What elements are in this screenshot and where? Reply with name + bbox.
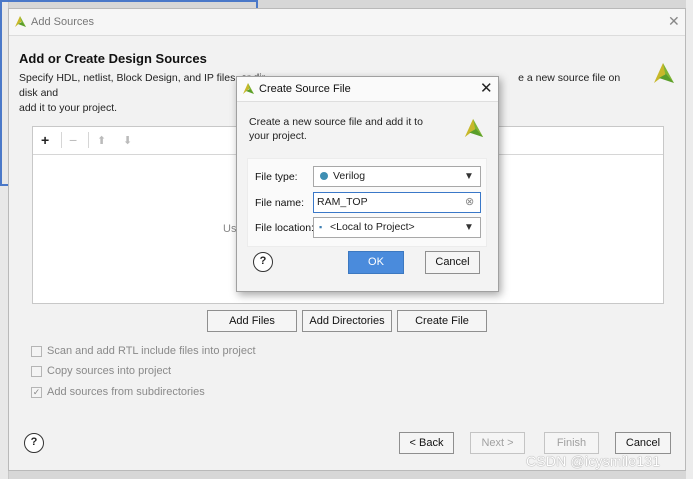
modal-description: Create a new source file and add it to y… [249,116,423,142]
vivado-logo-icon [15,16,26,27]
modal-title: Create Source File [259,83,351,95]
create-file-button[interactable]: Create File [397,310,487,332]
add-files-button[interactable]: Add Files [207,310,297,332]
remove-icon[interactable]: − [69,132,77,148]
help-button[interactable]: ? [253,252,273,272]
create-source-file-dialog: Create Source File ✕ Create a new source… [236,76,499,292]
file-name-label: File name: [255,197,305,209]
description-text-2: add it to your project. [19,102,118,114]
vivado-logo-icon [654,63,674,83]
cancel-button[interactable]: Cancel [425,251,480,274]
file-location-value: <Local to Project> [330,221,415,233]
vivado-logo-icon [243,83,254,94]
checkbox[interactable] [31,366,42,377]
finish-button[interactable]: Finish [544,432,599,454]
vivado-logo-icon [464,118,484,138]
close-icon[interactable]: ✕ [480,79,493,97]
chevron-down-icon: ▼ [464,222,474,233]
verilog-icon [320,172,328,180]
checkbox-checked[interactable]: ✓ [31,387,42,398]
modal-titlebar: Create Source File ✕ [237,77,498,102]
file-type-label: File type: [255,171,298,183]
close-icon[interactable]: ✕ [668,13,680,30]
file-type-value: Verilog [333,170,366,182]
chevron-down-icon: ▼ [464,171,474,182]
move-down-icon[interactable]: ⬇ [123,134,132,147]
file-name-input[interactable]: RAM_TOP ⊗ [313,192,481,213]
file-location-select[interactable]: ▪ <Local to Project> ▼ [313,217,481,238]
folder-icon: ▪ [319,222,323,232]
cancel-button[interactable]: Cancel [615,432,671,454]
next-button[interactable]: Next > [470,432,525,454]
help-button[interactable]: ? [24,433,44,453]
add-icon[interactable]: + [41,132,49,148]
back-button[interactable]: < Back [399,432,454,454]
add-directories-button[interactable]: Add Directories [302,310,392,332]
toolbar-divider [88,132,89,148]
file-name-value: RAM_TOP [317,196,368,208]
file-type-select[interactable]: Verilog ▼ [313,166,481,187]
dialog-title: Add Sources [31,16,94,28]
move-up-icon[interactable]: ⬆ [97,134,106,147]
watermark-text: CSDN @icysmile131 [526,453,661,469]
file-form: File type: Verilog ▼ File name: RAM_TOP … [247,158,487,247]
panel-hint-text: Us [223,223,237,235]
dialog-titlebar: Add Sources ✕ [9,9,685,36]
ok-button[interactable]: OK [348,251,404,274]
file-location-label: File location: [255,222,314,234]
background-ide-right [686,0,693,479]
clear-icon[interactable]: ⊗ [465,193,474,212]
page-heading: Add or Create Design Sources [19,51,207,66]
description-text-1: Specify HDL, netlist, Block Design, and … [19,72,266,84]
toolbar-divider [61,132,62,148]
checkbox[interactable] [31,346,42,357]
